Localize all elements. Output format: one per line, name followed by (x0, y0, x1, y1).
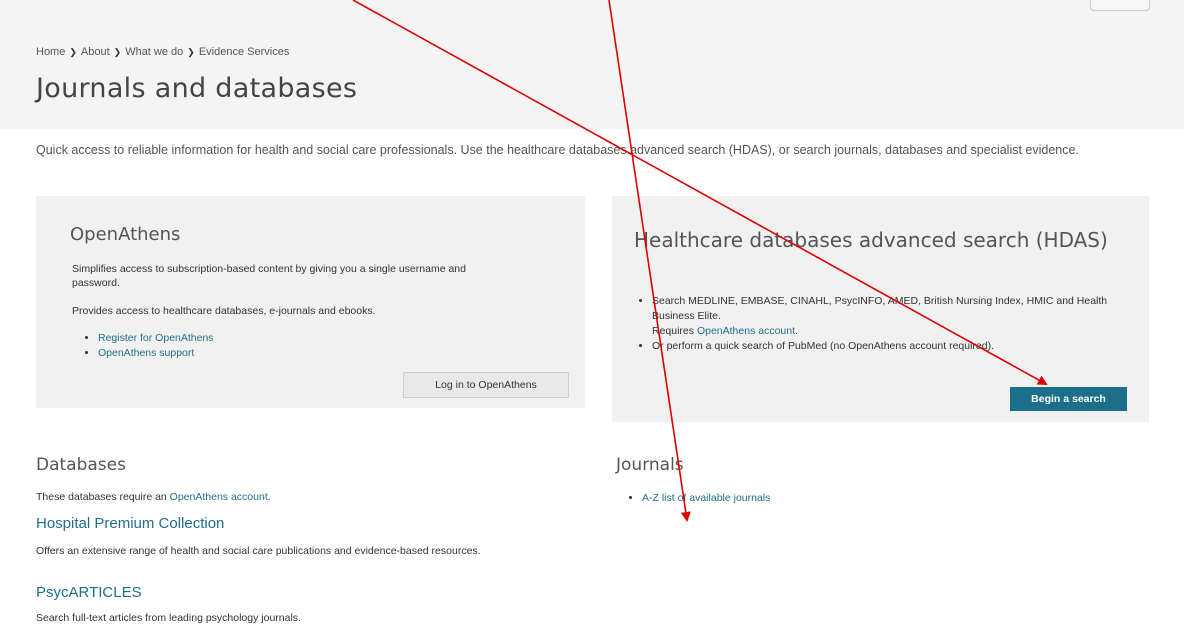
annotation-arrow-journals (608, 0, 691, 522)
annotation-arrow-begin-search (352, 0, 1048, 385)
annotation-arrows (352, 0, 1048, 522)
